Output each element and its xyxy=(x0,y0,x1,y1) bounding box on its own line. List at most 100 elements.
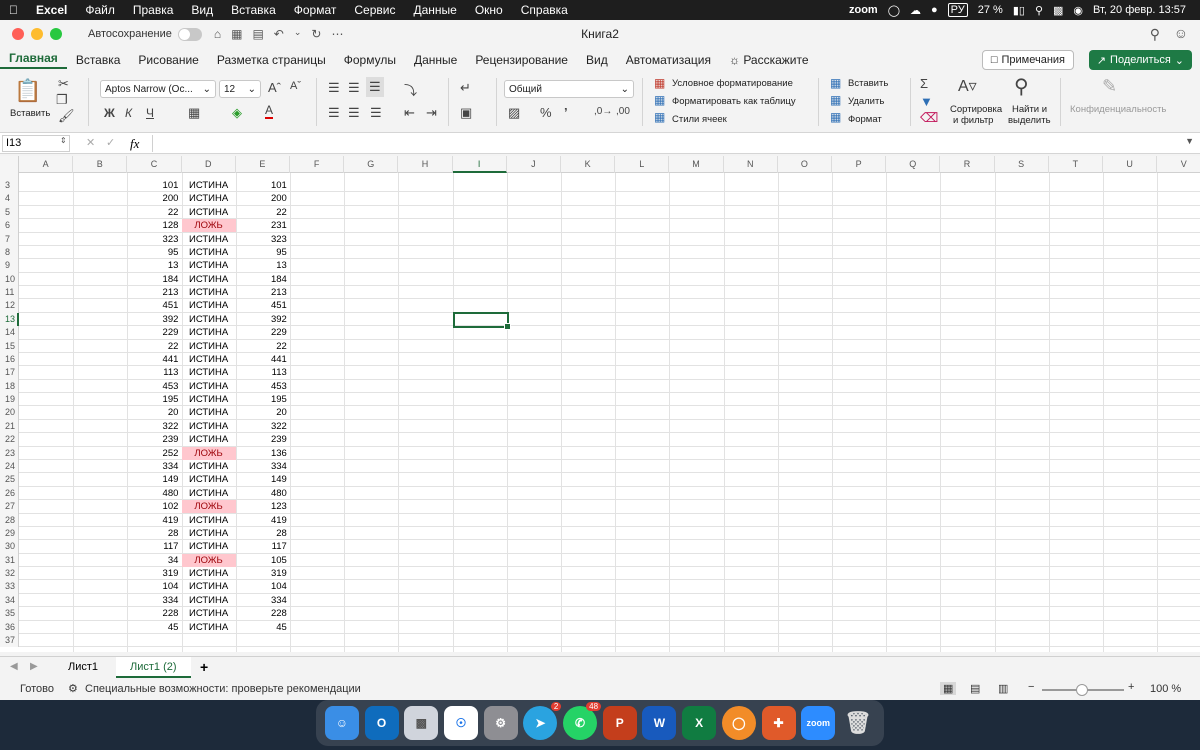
font-size-select[interactable]: 12 ⌄ xyxy=(219,80,261,98)
cell-d[interactable]: ИСТИНА xyxy=(182,433,236,446)
cell-e[interactable]: 323 xyxy=(236,233,290,246)
menu-insert[interactable]: Вставка xyxy=(222,3,285,17)
column-header-j[interactable]: J xyxy=(507,156,561,173)
cell-e[interactable]: 480 xyxy=(236,487,290,500)
zoom-window-button[interactable] xyxy=(50,28,62,40)
cell-c[interactable]: 213 xyxy=(127,286,181,299)
row-header[interactable]: 5 xyxy=(0,205,19,220)
cell-e[interactable]: 239 xyxy=(236,433,290,446)
headphones-icon[interactable]: ◯ xyxy=(888,4,900,17)
copy-icon[interactable]: ❐ xyxy=(56,92,68,108)
cell-e[interactable]: 104 xyxy=(236,580,290,593)
row-header[interactable]: 4 xyxy=(0,192,19,206)
redo-icon[interactable]: ↻ xyxy=(311,27,321,41)
cell-c[interactable]: 451 xyxy=(127,299,181,312)
sort-filter-label-1[interactable]: Сортировка xyxy=(950,104,1002,115)
control-center-icon[interactable]: ▩ xyxy=(1053,4,1063,17)
cell-c[interactable]: 101 xyxy=(127,179,181,192)
column-header-o[interactable]: O xyxy=(778,156,832,173)
autosum-icon[interactable]: Σ xyxy=(920,76,928,91)
accessibility-icon[interactable]: ⚙ xyxy=(68,682,78,695)
cell-d[interactable]: ИСТИНА xyxy=(182,313,236,326)
align-middle-icon[interactable]: ☰ xyxy=(348,80,360,96)
accessibility-status[interactable]: Специальные возможности: проверьте реком… xyxy=(85,683,361,695)
row-header[interactable]: 3 xyxy=(0,179,19,193)
cell-c[interactable]: 322 xyxy=(127,420,181,433)
column-header-b[interactable]: B xyxy=(73,156,128,173)
zoom-in-button[interactable]: + xyxy=(1128,681,1134,693)
cell-e[interactable]: 392 xyxy=(236,313,290,326)
zoom-app-icon[interactable]: zoom xyxy=(801,706,836,740)
cell-d[interactable] xyxy=(182,634,236,647)
cell-d[interactable]: ИСТИНА xyxy=(182,487,236,500)
cell-d[interactable]: ИСТИНА xyxy=(182,206,236,219)
cell-e[interactable]: 451 xyxy=(236,299,290,312)
row-header[interactable]: 19 xyxy=(0,393,19,407)
zoom-out-button[interactable]: − xyxy=(1028,681,1034,693)
cell-c[interactable]: 453 xyxy=(127,380,181,393)
row-header[interactable]: 27 xyxy=(0,500,19,514)
percent-icon[interactable]: % xyxy=(540,105,552,120)
row-header[interactable]: 11 xyxy=(0,286,19,300)
paste-icon[interactable]: 📋 xyxy=(14,78,41,104)
spotlight-icon[interactable]: ⚲ xyxy=(1035,4,1043,17)
cell-d[interactable]: ЛОЖЬ xyxy=(181,553,236,567)
column-header-u[interactable]: U xyxy=(1103,156,1158,173)
column-header-n[interactable]: N xyxy=(724,156,778,173)
column-header-a[interactable]: A xyxy=(19,156,74,173)
cell-c[interactable]: 13 xyxy=(127,259,181,272)
remote-desktop-icon[interactable]: ✚ xyxy=(761,706,796,740)
powerpoint-icon[interactable]: P xyxy=(602,706,637,740)
align-right-icon[interactable]: ☰ xyxy=(370,105,382,121)
tab-home[interactable]: Главная xyxy=(0,51,67,69)
underline-button[interactable]: Ч xyxy=(146,106,154,120)
cell-e[interactable]: 419 xyxy=(236,514,290,527)
column-header-h[interactable]: H xyxy=(398,156,453,173)
row-header[interactable]: 30 xyxy=(0,540,19,554)
cell-d[interactable]: ИСТИНА xyxy=(182,340,236,353)
cell-d[interactable]: ИСТИНА xyxy=(182,540,236,553)
column-header-g[interactable]: G xyxy=(344,156,399,173)
safari-icon[interactable]: ☉ xyxy=(443,706,478,740)
format-cells-button[interactable]: Формат xyxy=(848,114,882,125)
row-header[interactable]: 26 xyxy=(0,486,19,501)
cell-c[interactable]: 20 xyxy=(127,406,181,419)
column-header-e[interactable]: E xyxy=(236,156,290,173)
tab-tell-me[interactable]: ☼ Расскажите xyxy=(720,53,818,67)
zoom-status-label[interactable]: zoom xyxy=(849,4,878,16)
cell-d[interactable]: ИСТИНА xyxy=(182,299,236,312)
row-header[interactable]: 35 xyxy=(0,607,19,621)
row-header[interactable]: 34 xyxy=(0,593,19,608)
increase-indent-icon[interactable]: ⇥ xyxy=(426,105,437,121)
cancel-formula-icon[interactable]: ✕ xyxy=(86,136,95,149)
cell-d[interactable]: ИСТИНА xyxy=(182,259,236,272)
tab-formulas[interactable]: Формулы xyxy=(335,53,405,67)
row-header[interactable]: 6 xyxy=(0,219,19,233)
cell-c[interactable]: 34 xyxy=(127,554,181,567)
zoom-level[interactable]: 100 % xyxy=(1150,683,1181,695)
cell-d[interactable]: ИСТИНА xyxy=(182,580,236,593)
menu-app-excel[interactable]: Excel xyxy=(27,3,76,17)
creative-cloud-icon[interactable]: ☁ xyxy=(910,4,921,17)
align-center-icon[interactable]: ☰ xyxy=(348,105,360,121)
row-header[interactable]: 12 xyxy=(0,299,19,313)
cell-d[interactable]: ИСТИНА xyxy=(182,286,236,299)
cell-d[interactable]: ИСТИНА xyxy=(182,621,236,634)
battery-percent[interactable]: 27 % xyxy=(978,4,1003,16)
column-header-s[interactable]: S xyxy=(995,156,1049,173)
column-header-i[interactable]: I xyxy=(452,156,507,173)
row-header[interactable]: 8 xyxy=(0,245,19,260)
comma-style-icon[interactable]: ’ xyxy=(564,105,568,120)
tab-automate[interactable]: Автоматизация xyxy=(617,53,720,67)
cell-e[interactable]: 200 xyxy=(236,192,290,205)
page-layout-view-icon[interactable]: ▤ xyxy=(970,682,980,695)
row-header[interactable]: 28 xyxy=(0,513,19,527)
save-as-icon[interactable]: ▤ xyxy=(252,27,263,41)
cell-c[interactable]: 419 xyxy=(127,514,181,527)
row-header[interactable]: 16 xyxy=(0,352,19,367)
wrap-text-icon[interactable]: ↵ xyxy=(460,80,471,96)
account-icon[interactable]: ☺ xyxy=(1174,25,1188,41)
menu-window[interactable]: Окно xyxy=(466,3,512,17)
tab-draw[interactable]: Рисование xyxy=(129,53,207,67)
decrease-font-icon[interactable]: Aˇ xyxy=(290,80,301,92)
